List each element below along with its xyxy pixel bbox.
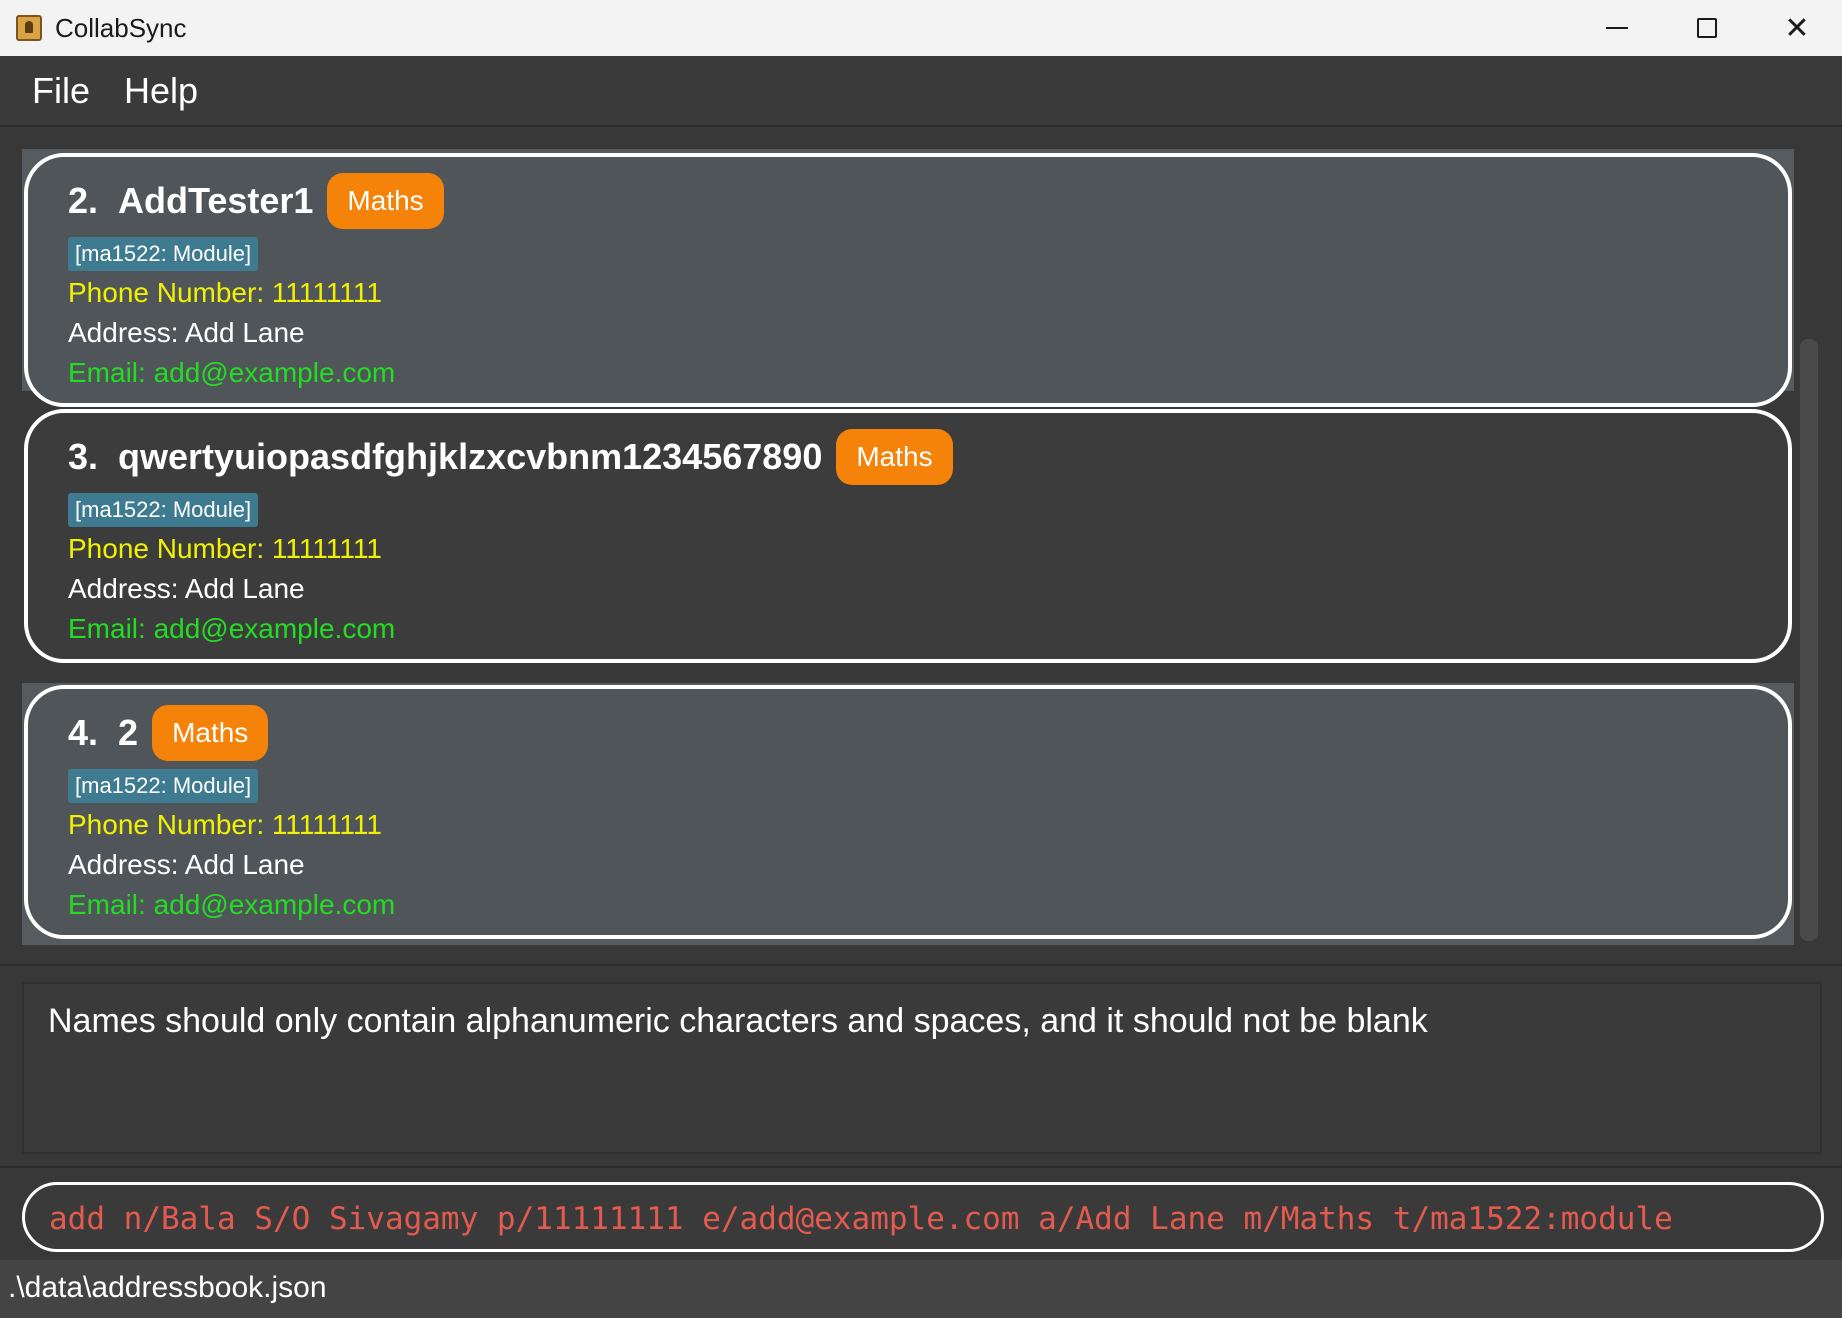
command-box[interactable] xyxy=(22,1182,1824,1252)
person-card[interactable]: 4. 2 Maths [ma1522: Module] Phone Number… xyxy=(24,685,1792,939)
maximize-icon xyxy=(1697,18,1717,38)
person-name: AddTester1 xyxy=(118,180,314,221)
phone-number: Phone Number: 11111111 xyxy=(68,277,382,308)
window-title: CollabSync xyxy=(55,13,187,43)
minimize-button[interactable] xyxy=(1572,0,1662,56)
result-panel: Names should only contain alphanumeric c… xyxy=(0,964,1842,1166)
result-display[interactable]: Names should only contain alphanumeric c… xyxy=(22,982,1822,1154)
phone-number: Phone Number: 11111111 xyxy=(68,809,382,840)
title-bar: CollabSync ✕ xyxy=(0,0,1842,56)
person-index: 4. xyxy=(68,712,99,753)
close-icon: ✕ xyxy=(1784,11,1810,45)
person-name: qwertyuiopasdfghjklzxcvbnm1234567890 xyxy=(118,436,823,477)
email: Email: add@example.com xyxy=(68,889,396,920)
module-badge: Maths xyxy=(327,173,444,229)
email: Email: add@example.com xyxy=(68,613,396,644)
person-index: 2. xyxy=(68,180,99,221)
card-header: 4. 2 Maths xyxy=(68,703,269,763)
address: Address: Add Lane xyxy=(68,573,305,604)
list-item[interactable]: 2. AddTester1 Maths [ma1522: Module] Pho… xyxy=(22,149,1794,407)
tag-label: [ma1522: Module] xyxy=(68,493,259,527)
person-card[interactable]: 3. qwertyuiopasdfghjklzxcvbnm1234567890 … xyxy=(24,409,1792,663)
command-input[interactable] xyxy=(49,1199,1789,1239)
tag-label: [ma1522: Module] xyxy=(68,237,259,271)
close-button[interactable]: ✕ xyxy=(1752,0,1842,56)
phone-number: Phone Number: 11111111 xyxy=(68,533,382,564)
command-panel xyxy=(0,1166,1842,1260)
status-bar: .\data\addressbook.json xyxy=(0,1260,1842,1318)
address: Address: Add Lane xyxy=(68,849,305,880)
address: Address: Add Lane xyxy=(68,317,305,348)
person-index: 3. xyxy=(68,436,99,477)
list-scrollbar[interactable] xyxy=(1800,339,1818,941)
menu-help[interactable]: Help xyxy=(124,70,198,112)
card-header: 2. AddTester1 Maths xyxy=(68,171,444,231)
list-item[interactable]: 3. qwertyuiopasdfghjklzxcvbnm1234567890 … xyxy=(22,409,1794,669)
menu-file[interactable]: File xyxy=(32,70,90,112)
person-name: 2 xyxy=(118,712,139,753)
list-item[interactable]: 4. 2 Maths [ma1522: Module] Phone Number… xyxy=(22,683,1794,945)
person-list-panel[interactable]: 2. AddTester1 Maths [ma1522: Module] Pho… xyxy=(0,129,1842,964)
tag-label: [ma1522: Module] xyxy=(68,769,259,803)
module-badge: Maths xyxy=(152,705,269,761)
save-location: .\data\addressbook.json xyxy=(8,1271,327,1304)
menu-bar: File Help xyxy=(0,56,1842,127)
result-message: Names should only contain alphanumeric c… xyxy=(48,1002,1428,1040)
minimize-icon xyxy=(1606,27,1628,29)
module-badge: Maths xyxy=(836,429,953,485)
person-card[interactable]: 2. AddTester1 Maths [ma1522: Module] Pho… xyxy=(24,153,1792,407)
maximize-button[interactable] xyxy=(1662,0,1752,56)
card-header: 3. qwertyuiopasdfghjklzxcvbnm1234567890 … xyxy=(68,427,953,487)
app-icon xyxy=(16,15,42,41)
email: Email: add@example.com xyxy=(68,357,396,388)
person-list[interactable]: 2. AddTester1 Maths [ma1522: Module] Pho… xyxy=(22,149,1794,1074)
